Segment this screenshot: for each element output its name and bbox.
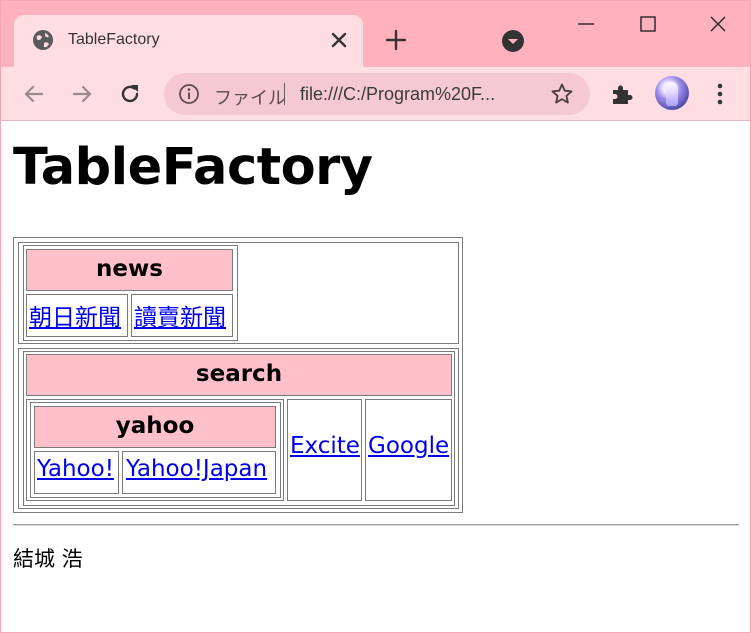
back-arrow-icon[interactable]	[21, 81, 47, 107]
browser-toolbar: ファイル file:///C:/Program%20F...	[1, 67, 750, 121]
address-bar[interactable]: ファイル file:///C:/Program%20F...	[164, 73, 590, 115]
title-bar: TableFactory	[1, 1, 750, 67]
link-google[interactable]: Google	[368, 433, 449, 459]
kebab-menu-icon[interactable]	[707, 81, 733, 107]
puzzle-icon[interactable]	[609, 81, 635, 107]
page-title: TableFactory	[13, 138, 373, 197]
link-excite[interactable]: Excite	[290, 433, 360, 459]
omnibox-divider	[284, 83, 285, 105]
maximize-icon[interactable]	[635, 11, 661, 37]
browser-tab[interactable]: TableFactory	[14, 15, 363, 67]
globe-icon	[33, 30, 53, 50]
page-content: TableFactory news 朝日新聞 讀賣新聞 search yahoo…	[1, 121, 750, 632]
link-yahoo[interactable]: Yahoo!	[37, 456, 114, 482]
reload-icon[interactable]	[117, 81, 143, 107]
author-name: 結城 浩	[13, 547, 83, 571]
tab-title: TableFactory	[68, 31, 160, 48]
news-header: news	[26, 249, 233, 291]
window-close-icon[interactable]	[705, 11, 731, 37]
close-icon[interactable]	[328, 29, 350, 51]
star-icon[interactable]	[550, 82, 574, 106]
link-yahoo-japan[interactable]: Yahoo!Japan	[126, 456, 267, 482]
link-yomiuri[interactable]: 讀賣新聞	[134, 298, 226, 332]
forward-arrow-icon[interactable]	[69, 81, 95, 107]
tab-search-icon[interactable]	[501, 29, 525, 53]
yahoo-header: yahoo	[34, 406, 276, 448]
minimize-icon[interactable]	[573, 11, 599, 37]
search-header: search	[26, 354, 452, 396]
plus-icon[interactable]	[385, 29, 407, 51]
avatar[interactable]	[655, 76, 689, 110]
link-asahi[interactable]: 朝日新聞	[29, 298, 121, 332]
info-icon[interactable]	[178, 83, 200, 105]
scheme-label: ファイル	[214, 88, 286, 109]
horizontal-rule	[13, 524, 739, 526]
url-text[interactable]: file:///C:/Program%20F...	[300, 84, 495, 105]
